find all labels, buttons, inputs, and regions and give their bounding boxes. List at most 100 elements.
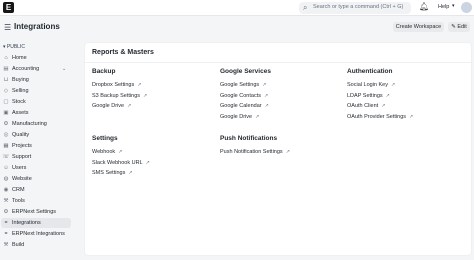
link-google-settings[interactable]: Google Settings ↗ xyxy=(220,82,266,88)
link-label: Push Notification Settings xyxy=(220,149,283,155)
projects-icon: ▦ xyxy=(3,143,9,149)
arrow-up-right-icon: ↗ xyxy=(263,93,269,99)
web-icon: ◍ xyxy=(3,176,9,182)
link-label: LDAP Settings xyxy=(347,93,383,99)
sidebar-item-label: Selling xyxy=(12,88,29,94)
link-google-contacts[interactable]: Google Contacts ↗ xyxy=(220,93,268,99)
sidebar-item-quality[interactable]: ◎ Quality xyxy=(1,130,71,140)
link-label: Google Drive xyxy=(92,103,125,109)
help-dropdown[interactable]: Help xyxy=(438,4,449,10)
sidebar-item-users[interactable]: ☺ Users xyxy=(1,163,71,173)
link-s3-backup-settings[interactable]: S3 Backup Settings ↗ xyxy=(92,93,147,99)
sidebar-item-label: CRM xyxy=(12,187,25,193)
create-workspace-button[interactable]: Create Workspace xyxy=(393,22,444,32)
link-label: Google Calendar xyxy=(220,103,262,109)
edit-button-label: Edit xyxy=(457,24,467,30)
link-label: Dropbox Settings xyxy=(92,82,135,88)
search-input[interactable]: ⌕ Search or type a command (Ctrl + G) xyxy=(299,2,411,14)
reports-masters-card: Reports & Masters Backup Dropbox Setting… xyxy=(84,42,473,256)
section-title-backup: Backup xyxy=(92,68,116,75)
factory-icon: ⚙ xyxy=(3,121,9,127)
arrow-up-right-icon: ↗ xyxy=(381,103,386,109)
section-title-settings: Settings xyxy=(92,135,118,142)
edit-button[interactable]: ✎ Edit xyxy=(448,22,470,32)
sidebar-item-label: Manufacturing xyxy=(12,121,47,127)
notification-bell-icon[interactable]: 🔔︎ xyxy=(419,2,429,11)
section-title-push-notifications: Push Notifications xyxy=(220,135,278,142)
sidebar: ▾ PUBLIC ⌂ Home ▤ Accounting ⌄ ⊔ Buying ◇ Sel… xyxy=(0,40,82,260)
assets-icon: ▣ xyxy=(3,110,9,116)
link-google-calendar[interactable]: Google Calendar ↗ xyxy=(220,103,269,109)
link-google-drive[interactable]: Google Drive ↗ xyxy=(220,114,259,120)
link-label: Webhook xyxy=(92,149,116,155)
sidebar-item-manufacturing[interactable]: ⚙ Manufacturing xyxy=(1,119,71,129)
chevron-down-icon: ▾ xyxy=(452,3,455,9)
sidebar-toggle-icon[interactable]: ☰ xyxy=(4,23,11,32)
link-oauth-provider-settings[interactable]: OAuth Provider Settings ↗ xyxy=(347,114,413,120)
sidebar-item-erpnext-integrations[interactable]: ⚭ ERPNext Integrations xyxy=(1,229,71,239)
sidebar-item-label: Website xyxy=(12,176,32,182)
arrow-up-right-icon: ↗ xyxy=(137,82,142,88)
sidebar-item-label: Quality xyxy=(12,132,30,138)
sidebar-item-label: ERPNext Integrations xyxy=(12,231,65,237)
page-title: Integrations xyxy=(14,22,60,31)
crm-icon: ◉ xyxy=(3,187,9,193)
sidebar-item-integrations[interactable]: ⚭ Integrations xyxy=(1,218,71,228)
tools-icon: ⚒ xyxy=(3,198,9,204)
link-label: S3 Backup Settings xyxy=(92,93,141,99)
arrow-up-right-icon: ↗ xyxy=(145,160,150,166)
sidebar-item-label: Projects xyxy=(12,143,32,149)
integrations-icon: ⚭ xyxy=(3,220,9,226)
sidebar-item-erpnext-settings[interactable]: ⚙ ERPNext Settings xyxy=(1,207,71,217)
link-webhook[interactable]: Webhook ↗ xyxy=(92,149,122,155)
sidebar-item-label: Integrations xyxy=(12,220,41,226)
sidebar-item-label: Users xyxy=(12,165,27,171)
arrow-up-right-icon: ↗ xyxy=(127,103,132,109)
arrow-up-right-icon: ↗ xyxy=(264,103,269,109)
sidebar-item-website[interactable]: ◍ Website xyxy=(1,174,71,184)
link-sms-settings[interactable]: SMS Settings ↗ xyxy=(92,170,133,176)
sidebar-item-accounting[interactable]: ▤ Accounting ⌄ xyxy=(1,64,71,74)
link-label: SMS Settings xyxy=(92,170,126,176)
link-oauth-client[interactable]: OAuth Client ↗ xyxy=(347,103,385,109)
chevron-down-icon[interactable]: ⌄ xyxy=(62,64,66,74)
top-navbar: E ⌕ Search or type a command (Ctrl + G) … xyxy=(0,0,474,16)
sidebar-item-home[interactable]: ⌂ Home xyxy=(1,53,71,63)
sidebar-item-selling[interactable]: ◇ Selling xyxy=(1,86,71,96)
arrow-up-right-icon: ↗ xyxy=(409,114,414,120)
section-title-google-services: Google Services xyxy=(220,68,271,75)
link-social-login-key[interactable]: Social Login Key ↗ xyxy=(347,82,395,88)
sidebar-item-assets[interactable]: ▣ Assets xyxy=(1,108,71,118)
arrow-up-right-icon: ↗ xyxy=(385,93,390,99)
arrow-up-right-icon: ↗ xyxy=(118,149,123,155)
sidebar-item-stock[interactable]: ▢ Stock xyxy=(1,97,71,107)
link-ldap-settings[interactable]: LDAP Settings ↗ xyxy=(347,93,390,99)
link-push-notification-settings[interactable]: Push Notification Settings ↗ xyxy=(220,149,290,155)
build-icon: ⚒ xyxy=(3,242,9,248)
search-icon: ⌕ xyxy=(303,3,308,12)
section-title-authentication: Authentication xyxy=(347,68,393,75)
sidebar-item-projects[interactable]: ▦ Projects xyxy=(1,141,71,151)
sidebar-section-public[interactable]: ▾ PUBLIC xyxy=(3,44,25,50)
sidebar-item-label: Tools xyxy=(12,198,25,204)
users-icon: ☺ xyxy=(3,165,9,171)
avatar[interactable] xyxy=(461,2,472,13)
sidebar-item-build[interactable]: ⚒ Build xyxy=(1,240,71,250)
accounting-icon: ▤ xyxy=(3,66,9,72)
link-label: Social Login Key xyxy=(347,82,388,88)
link-dropbox-settings[interactable]: Dropbox Settings ↗ xyxy=(92,82,141,88)
sidebar-item-crm[interactable]: ◉ CRM xyxy=(1,185,71,195)
link-slack-webhook-url[interactable]: Slack Webhook URL ↗ xyxy=(92,160,150,166)
app-logo[interactable]: E xyxy=(3,2,14,13)
quality-icon: ◎ xyxy=(3,132,9,138)
sidebar-item-buying[interactable]: ⊔ Buying xyxy=(1,75,71,85)
sidebar-item-tools[interactable]: ⚒ Tools xyxy=(1,196,71,206)
sidebar-item-label: Accounting xyxy=(12,66,40,72)
link-label: OAuth Provider Settings xyxy=(347,114,407,120)
divider xyxy=(85,62,473,63)
tag-icon: ◇ xyxy=(3,88,9,94)
sidebar-item-support[interactable]: ☏ Support xyxy=(1,152,71,162)
link-google-drive-backup[interactable]: Google Drive ↗ xyxy=(92,103,131,109)
arrow-up-right-icon: ↗ xyxy=(128,170,133,176)
home-icon: ⌂ xyxy=(4,55,8,61)
